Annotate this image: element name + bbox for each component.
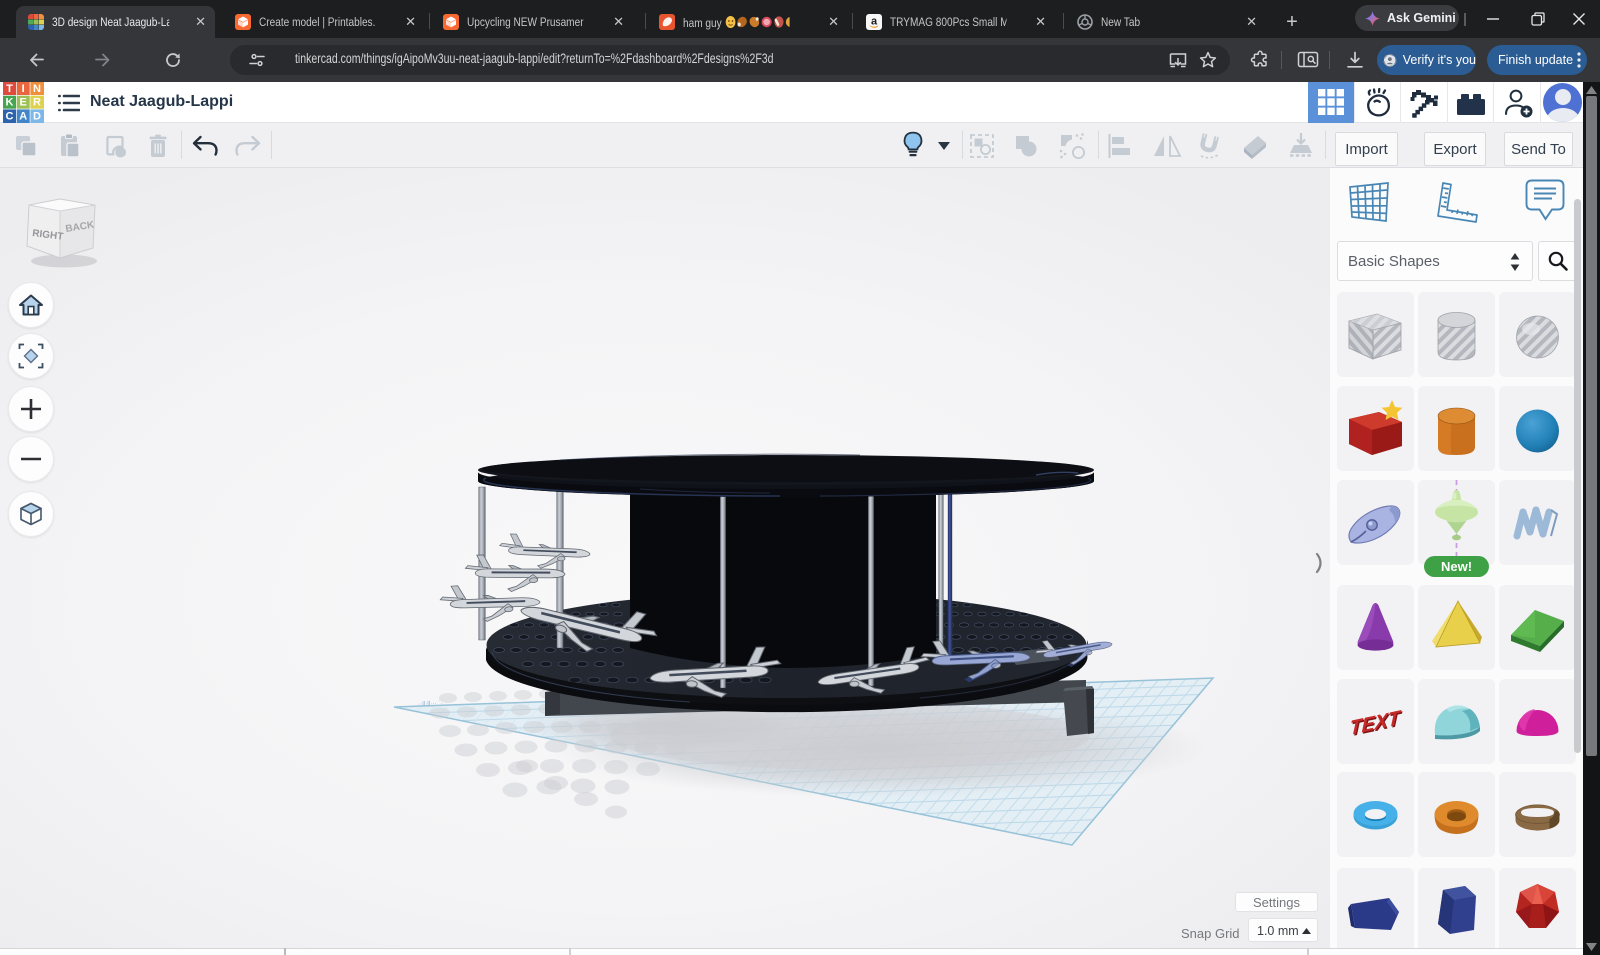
svg-text:I: I (22, 83, 25, 95)
svg-text:E: E (20, 97, 27, 109)
svg-text:T: T (6, 83, 13, 95)
svg-text:N: N (33, 83, 41, 95)
svg-text:··ll·ll··· ˙·: ··ll·ll··· ˙· (418, 699, 443, 708)
svg-text:D: D (33, 110, 41, 122)
svg-text:A: A (19, 110, 27, 122)
svg-text:C: C (6, 110, 14, 122)
svg-text:K: K (6, 97, 14, 109)
svg-text:a: a (871, 16, 878, 28)
svg-text:R: R (33, 97, 41, 109)
